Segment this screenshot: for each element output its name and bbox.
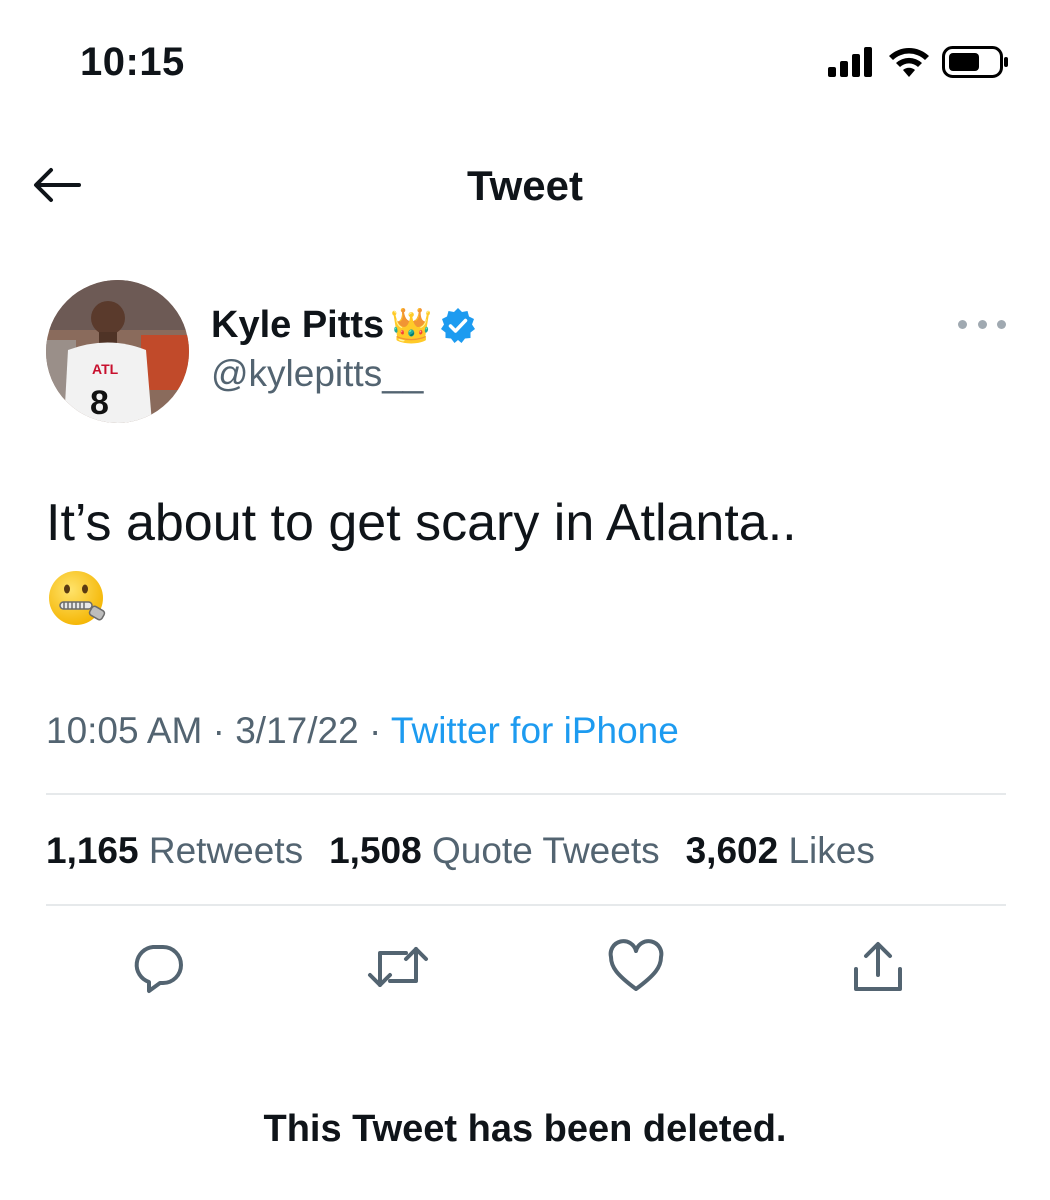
retweets-stat[interactable]: 1,165 Retweets	[46, 830, 303, 872]
more-options-icon[interactable]	[958, 314, 1006, 334]
navigation-bar: Tweet	[0, 150, 1050, 220]
author-display-name[interactable]: Kyle Pitts	[211, 304, 384, 347]
author-name-line: Kyle Pitts 👑	[211, 304, 477, 347]
like-icon[interactable]	[604, 935, 668, 999]
tweet-header: ATL 8 Kyle Pitts 👑 @kylepitts__	[46, 280, 1006, 425]
meta-separator: ·	[212, 710, 225, 751]
verified-badge-icon	[439, 307, 477, 345]
author-handle[interactable]: @kylepitts__	[211, 353, 477, 395]
more-dot	[997, 319, 1006, 329]
quote-tweets-stat[interactable]: 1,508 Quote Tweets	[329, 830, 660, 872]
page-title: Tweet	[467, 162, 583, 209]
likes-count: 3,602	[685, 830, 779, 871]
more-dot	[977, 319, 987, 329]
author-info: Kyle Pitts 👑 @kylepitts__	[211, 304, 477, 395]
tweet-stats: 1,165 Retweets 1,508 Quote Tweets 3,602 …	[46, 830, 875, 872]
tweet-meta: 10:05 AM · 3/17/22 · Twitter for iPhone	[46, 710, 679, 752]
retweets-label: Retweets	[148, 830, 304, 871]
tweet-time: 10:05 AM	[46, 710, 203, 751]
likes-label: Likes	[788, 830, 875, 871]
battery-icon	[942, 45, 1010, 83]
svg-text:8: 8	[90, 384, 109, 422]
tweet-source-link[interactable]: Twitter for iPhone	[391, 710, 679, 751]
tweet-date: 3/17/22	[235, 710, 359, 751]
zipper-mouth-face-emoji: 🤐	[46, 568, 110, 632]
tweet-text: It’s about to get scary in Atlanta..	[46, 494, 797, 552]
wifi-icon	[888, 47, 930, 82]
divider	[46, 904, 1006, 906]
avatar[interactable]: ATL 8	[46, 280, 189, 423]
tweet-actions	[126, 935, 926, 1005]
status-bar: 10:15	[0, 0, 1050, 120]
reply-icon[interactable]	[126, 935, 190, 999]
status-icons	[828, 44, 1010, 84]
share-icon[interactable]	[846, 935, 910, 999]
quotes-count: 1,508	[329, 830, 422, 871]
meta-separator: ·	[368, 710, 382, 751]
divider	[46, 793, 1006, 795]
crown-emoji: 👑	[390, 306, 433, 345]
more-dot	[958, 319, 967, 329]
deleted-notice: This Tweet has been deleted.	[263, 1108, 787, 1150]
quotes-label: Quote Tweets	[431, 830, 660, 871]
status-time: 10:15	[80, 40, 185, 84]
cellular-signal-icon	[828, 46, 876, 82]
likes-stat[interactable]: 3,602 Likes	[686, 830, 875, 872]
tweet: ATL 8 Kyle Pitts 👑 @kylepitts__ It’s abo…	[46, 280, 1006, 993]
svg-text:ATL: ATL	[92, 361, 119, 377]
retweet-icon[interactable]	[366, 935, 430, 999]
retweets-count: 1,165	[46, 830, 139, 871]
